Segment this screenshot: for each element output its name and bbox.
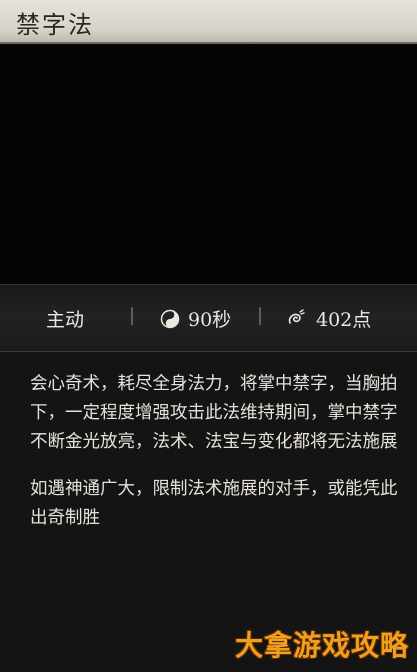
mana-cost-stat: 402点 bbox=[286, 305, 371, 332]
stat-separator: | bbox=[257, 305, 264, 326]
skill-stats-bar: 主动 | 90秒 | 402点 bbox=[0, 284, 417, 352]
site-watermark: 大拿游戏攻略 bbox=[234, 629, 409, 662]
stat-separator: | bbox=[129, 305, 136, 326]
cooldown-value: 90秒 bbox=[188, 309, 232, 331]
skill-title: 禁字法 bbox=[16, 11, 94, 39]
title-bar: 禁字法 bbox=[0, 0, 417, 44]
skill-description: 会心奇术，耗尽全身法力，将掌中禁字，当胸拍下，一定程度增强攻击此法维持期间，掌中… bbox=[30, 370, 400, 533]
cooldown-stat: 90秒 bbox=[160, 305, 231, 332]
description-paragraph: 会心奇术，耗尽全身法力，将掌中禁字，当胸拍下，一定程度增强攻击此法维持期间，掌中… bbox=[30, 374, 398, 452]
mana-cost-value: 402点 bbox=[316, 309, 372, 331]
skill-preview-area bbox=[0, 44, 417, 284]
skill-type-label: 主动 bbox=[46, 309, 85, 331]
description-paragraph: 如遇神通广大，限制法术施展的对手，或能凭此出奇制胜 bbox=[30, 479, 398, 528]
yin-yang-icon bbox=[160, 309, 180, 329]
swirl-mana-icon bbox=[286, 308, 306, 329]
